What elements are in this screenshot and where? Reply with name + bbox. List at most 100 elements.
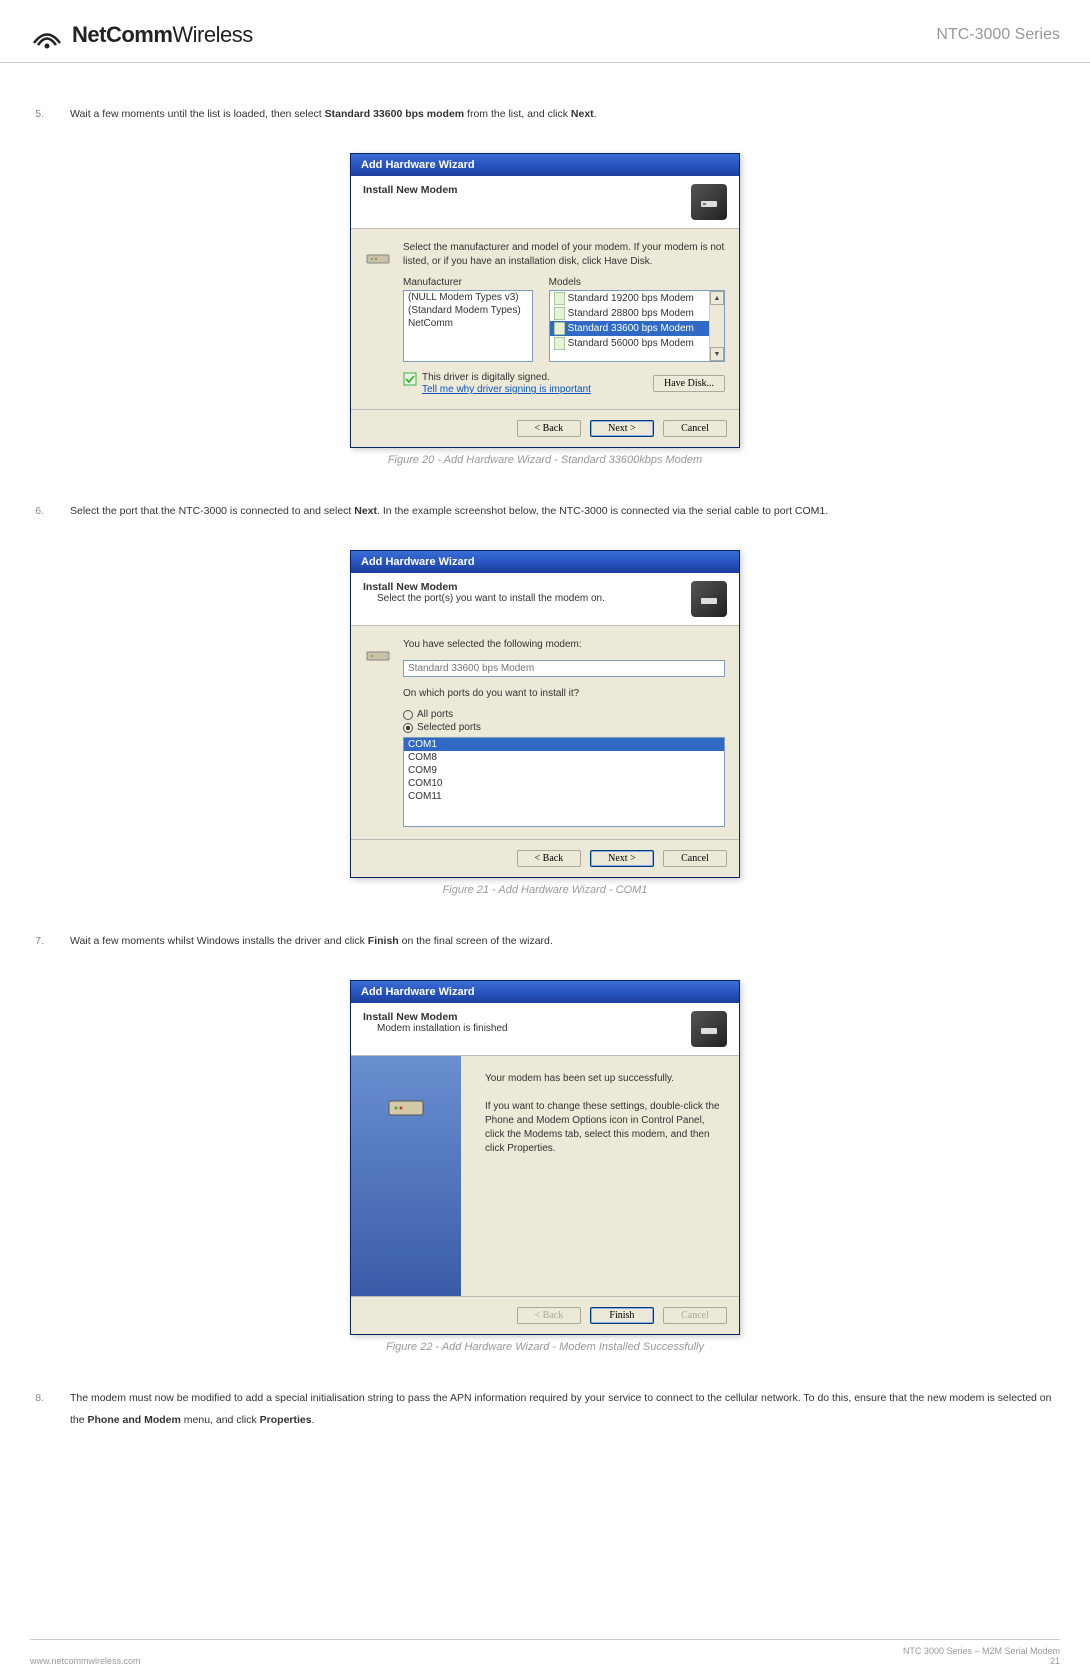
step-5: 5. Wait a few moments until the list is … xyxy=(30,103,1060,125)
step-7: 7. Wait a few moments whilst Windows ins… xyxy=(30,930,1060,952)
next-button[interactable]: Next > xyxy=(590,420,654,437)
modem-item-icon xyxy=(554,307,565,320)
step-text: Wait a few moments until the list is loa… xyxy=(70,103,597,125)
have-disk-button[interactable]: Have Disk... xyxy=(653,375,725,392)
list-item[interactable]: (Standard Modem Types) xyxy=(404,304,532,317)
which-ports-label: On which ports do you want to install it… xyxy=(403,687,725,701)
selected-modem-label: You have selected the following modem: xyxy=(403,638,725,652)
all-ports-radio[interactable]: All ports xyxy=(403,709,725,720)
dialog-titlebar: Add Hardware Wizard xyxy=(351,981,739,1003)
cancel-button[interactable]: Cancel xyxy=(663,420,727,437)
modem-item-icon xyxy=(554,292,565,305)
models-listbox[interactable]: Standard 19200 bps Modem Standard 28800 … xyxy=(549,290,725,362)
success-text: Your modem has been set up successfully. xyxy=(485,1072,725,1086)
dialog-footer: < Back Next > Cancel xyxy=(351,839,739,877)
modem-item-icon xyxy=(554,337,565,350)
figure-caption: Figure 20 - Add Hardware Wizard - Standa… xyxy=(30,454,1060,466)
brand-logo: NetCommWireless xyxy=(30,18,253,52)
manufacturer-listbox[interactable]: (NULL Modem Types v3) (Standard Modem Ty… xyxy=(403,290,533,362)
scrollbar[interactable]: ▲ ▼ xyxy=(709,291,724,361)
manufacturer-label: Manufacturer xyxy=(403,277,539,288)
scroll-up-icon[interactable]: ▲ xyxy=(710,291,724,305)
modem-header-icon xyxy=(691,581,727,617)
dialog-body: Select the manufacturer and model of you… xyxy=(351,229,739,409)
back-button[interactable]: < Back xyxy=(517,850,581,867)
list-item[interactable]: COM9 xyxy=(404,764,724,777)
add-hardware-wizard-dialog: Add Hardware Wizard Install New Modem Se… xyxy=(350,550,740,878)
step-text: Wait a few moments whilst Windows instal… xyxy=(70,930,553,952)
brand-text: NetCommWireless xyxy=(72,22,253,48)
step-number: 5. xyxy=(30,103,44,125)
step-text: Select the port that the NTC-3000 is con… xyxy=(70,500,828,522)
list-item[interactable]: Standard 19200 bps Modem xyxy=(550,291,724,306)
cancel-button: Cancel xyxy=(663,1307,727,1324)
add-hardware-wizard-dialog: Add Hardware Wizard Install New Modem Se… xyxy=(350,153,740,448)
page-footer: www.netcommwireless.com NTC 3000 Series … xyxy=(30,1639,1060,1666)
list-item[interactable]: COM8 xyxy=(404,751,724,764)
add-hardware-wizard-dialog: Add Hardware Wizard Install New Modem Mo… xyxy=(350,980,740,1335)
dialog-header: Install New Modem xyxy=(351,176,739,229)
list-item[interactable]: (NULL Modem Types v3) xyxy=(404,291,532,304)
page-content: 5. Wait a few moments until the list is … xyxy=(0,63,1090,1431)
radio-icon xyxy=(403,710,413,720)
dialog-heading: Install New Modem xyxy=(363,581,605,593)
list-item[interactable]: NetComm xyxy=(404,317,532,330)
footer-url: www.netcommwireless.com xyxy=(30,1656,141,1666)
models-label: Models xyxy=(549,277,725,288)
dialog-subtitle: Select the port(s) you want to install t… xyxy=(363,593,605,604)
dialog-titlebar: Add Hardware Wizard xyxy=(351,551,739,573)
figure-20: Add Hardware Wizard Install New Modem Se… xyxy=(30,153,1060,466)
selected-ports-radio[interactable]: Selected ports xyxy=(403,722,725,733)
figure-caption: Figure 22 - Add Hardware Wizard - Modem … xyxy=(30,1341,1060,1353)
back-button: < Back xyxy=(517,1307,581,1324)
signed-text: This driver is digitally signed. xyxy=(422,372,550,383)
why-signing-link[interactable]: Tell me why driver signing is important xyxy=(422,384,591,395)
list-item[interactable]: Standard 28800 bps Modem xyxy=(550,306,724,321)
scroll-down-icon[interactable]: ▼ xyxy=(710,347,724,361)
figure-22: Add Hardware Wizard Install New Modem Mo… xyxy=(30,980,1060,1353)
instruction-text: Select the manufacturer and model of you… xyxy=(403,241,725,269)
modem-icon xyxy=(365,638,393,666)
cancel-button[interactable]: Cancel xyxy=(663,850,727,867)
modem-header-icon xyxy=(691,184,727,220)
step-6: 6. Select the port that the NTC-3000 is … xyxy=(30,500,1060,522)
list-item[interactable]: Standard 56000 bps Modem xyxy=(550,336,724,351)
dialog-body: You have selected the following modem: S… xyxy=(351,626,739,839)
dialog-titlebar: Add Hardware Wizard xyxy=(351,154,739,176)
modem-item-icon xyxy=(554,322,565,335)
modem-icon xyxy=(365,241,393,269)
modem-icon xyxy=(381,1076,431,1126)
body-side-icon xyxy=(365,638,393,827)
figure-21: Add Hardware Wizard Install New Modem Se… xyxy=(30,550,1060,896)
dialog-header: Install New Modem Modem installation is … xyxy=(351,1003,739,1056)
page-number: 21 xyxy=(903,1656,1060,1666)
list-item-selected[interactable]: Standard 33600 bps Modem xyxy=(550,321,724,336)
driver-signed-row: This driver is digitally signed. Tell me… xyxy=(403,372,591,395)
selected-modem-field: Standard 33600 bps Modem xyxy=(403,660,725,677)
ports-listbox[interactable]: COM1 COM8 COM9 COM10 COM11 xyxy=(403,737,725,827)
footer-product: NTC 3000 Series – M2M Serial Modem xyxy=(903,1646,1060,1656)
figure-caption: Figure 21 - Add Hardware Wizard - COM1 xyxy=(30,884,1060,896)
body-side-icon xyxy=(365,241,393,397)
step-number: 7. xyxy=(30,930,44,952)
step-number: 6. xyxy=(30,500,44,522)
list-item-selected[interactable]: COM1 xyxy=(404,738,724,751)
finish-button[interactable]: Finish xyxy=(590,1307,654,1324)
list-item[interactable]: COM11 xyxy=(404,790,724,803)
radio-checked-icon xyxy=(403,723,413,733)
dialog-footer: < Back Finish Cancel xyxy=(351,1296,739,1334)
next-button[interactable]: Next > xyxy=(590,850,654,867)
signed-cert-icon xyxy=(403,372,417,386)
dialog-subtitle: Modem installation is finished xyxy=(363,1023,508,1034)
dialog-heading: Install New Modem xyxy=(363,1011,508,1023)
netcomm-wifi-icon xyxy=(30,18,64,52)
dialog-header: Install New Modem Select the port(s) you… xyxy=(351,573,739,626)
step-text: The modem must now be modified to add a … xyxy=(70,1387,1060,1431)
back-button[interactable]: < Back xyxy=(517,420,581,437)
series-title: NTC-3000 Series xyxy=(936,26,1060,44)
dialog-heading: Install New Modem xyxy=(363,184,458,196)
instruction-text: If you want to change these settings, do… xyxy=(485,1100,725,1156)
list-item[interactable]: COM10 xyxy=(404,777,724,790)
modem-header-icon xyxy=(691,1011,727,1047)
step-number: 8. xyxy=(30,1387,44,1431)
